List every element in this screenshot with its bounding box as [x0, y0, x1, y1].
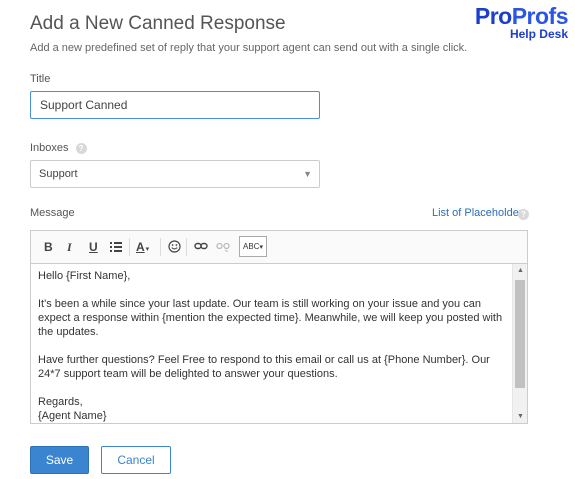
cancel-button[interactable]: Cancel	[101, 446, 171, 474]
inboxes-selected-value: Support	[39, 168, 78, 180]
editor-scrollbar[interactable]: ▲ ▼	[512, 264, 527, 423]
message-closing: Regards,	[38, 396, 83, 408]
message-editor: B I U A▾ ABC▾ Hello {First Name}, It's b…	[30, 230, 528, 424]
logo-product: Help Desk	[509, 27, 568, 41]
page-title: Add a New Canned Response	[30, 13, 286, 34]
message-signature: {Agent Name}	[38, 410, 107, 422]
spellcheck-button[interactable]: ABC▾	[239, 236, 267, 257]
chevron-down-icon: ▾	[145, 246, 150, 253]
toolbar-divider	[186, 238, 187, 256]
dropdown-arrow-icon: ▼	[303, 169, 312, 179]
inboxes-label: Inboxes	[30, 142, 69, 154]
bold-button[interactable]: B	[44, 240, 53, 254]
inboxes-select[interactable]: Support ▼	[30, 160, 320, 188]
save-button[interactable]: Save	[30, 446, 89, 474]
link-icon[interactable]	[194, 240, 208, 255]
font-color-glyph: A	[136, 240, 145, 254]
scrollbar-thumb[interactable]	[515, 280, 525, 388]
chevron-down-icon: ▾	[259, 244, 263, 251]
logo-brand: ProProfs	[474, 3, 569, 29]
proprofs-logo: ProProfs Help Desk	[474, 3, 569, 41]
help-icon[interactable]: ?	[75, 142, 87, 154]
scroll-down-arrow-icon[interactable]: ▼	[513, 410, 528, 423]
page-subtitle: Add a new predefined set of reply that y…	[30, 42, 468, 54]
list-icon[interactable]	[110, 241, 122, 255]
placeholders-help-icon[interactable]: ?	[518, 209, 529, 220]
logo-brand-pro: Pro	[474, 3, 512, 29]
message-paragraph-1: It's been a while since your last update…	[38, 298, 503, 338]
logo-brand-profs: Profs	[511, 3, 569, 29]
unlink-icon[interactable]	[216, 240, 230, 255]
message-greeting: Hello {First Name},	[38, 270, 131, 282]
scroll-up-arrow-icon[interactable]: ▲	[513, 264, 528, 277]
italic-button[interactable]: I	[67, 240, 72, 254]
font-color-button[interactable]: A▾	[136, 240, 149, 257]
message-paragraph-2: Have further questions? Feel Free to res…	[38, 354, 490, 380]
underline-button[interactable]: U	[89, 240, 98, 254]
toolbar-divider	[129, 238, 130, 256]
spellcheck-icon: ABC	[243, 242, 260, 251]
editor-toolbar: B I U A▾ ABC▾	[31, 231, 527, 264]
title-input[interactable]	[30, 91, 320, 119]
toolbar-divider	[160, 238, 161, 256]
emoji-icon[interactable]	[168, 240, 181, 256]
inboxes-label-row: Inboxes?	[30, 142, 87, 154]
list-of-placeholders-link[interactable]: List of Placeholders	[432, 207, 528, 219]
title-label: Title	[30, 73, 51, 85]
message-label: Message	[30, 207, 75, 219]
message-editor-content[interactable]: Hello {First Name}, It's been a while si…	[31, 264, 513, 423]
